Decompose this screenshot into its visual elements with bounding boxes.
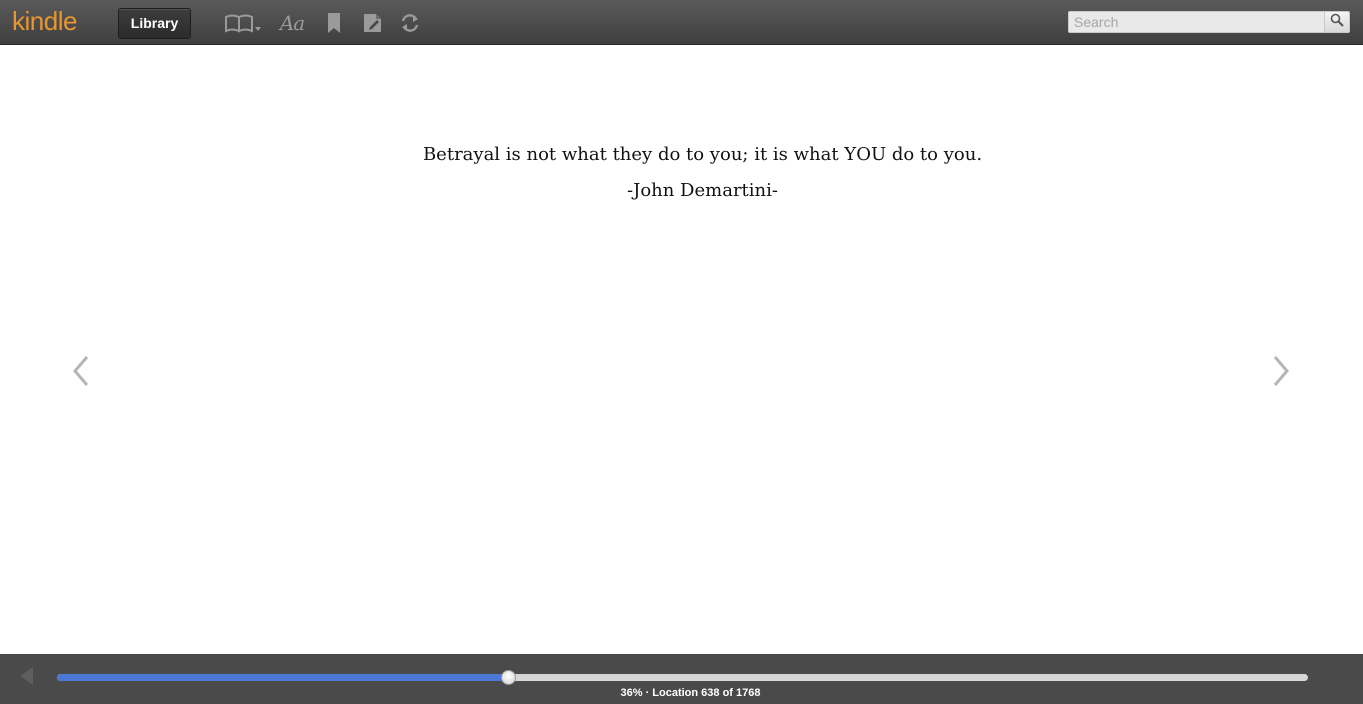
reading-area: Betrayal is not what they do to you; it … — [0, 45, 1363, 654]
search-icon — [1330, 13, 1344, 32]
sync-icon — [399, 12, 421, 34]
sync-button[interactable] — [398, 10, 422, 36]
bookmark-icon — [327, 12, 341, 34]
quote-author: -John Demartini- — [627, 180, 778, 201]
location-indicator: 36% · Location 638 of 1768 — [620, 687, 761, 699]
quote-text: Betrayal is not what they do to you; it … — [422, 144, 983, 165]
progress-fill — [57, 674, 509, 681]
progress-slider-thumb[interactable] — [500, 670, 516, 685]
library-button[interactable]: Library — [118, 8, 191, 39]
chevron-right-icon — [1270, 354, 1292, 393]
bottom-progress-bar: 36% · Location 638 of 1768 — [0, 654, 1363, 704]
top-toolbar: kindle Library Aa — [0, 0, 1363, 45]
notes-icon — [362, 12, 384, 34]
book-view-icon — [223, 12, 261, 34]
book-view-button[interactable] — [222, 10, 262, 36]
search-button[interactable] — [1324, 11, 1350, 33]
notes-button[interactable] — [361, 10, 385, 36]
chevron-left-icon — [70, 354, 92, 393]
bookmark-button[interactable] — [324, 10, 344, 36]
search-box — [1068, 11, 1350, 33]
previous-page-button[interactable] — [66, 353, 96, 393]
font-settings-button[interactable]: Aa — [276, 10, 308, 36]
font-settings-icon: Aa — [279, 11, 305, 35]
next-page-button[interactable] — [1266, 353, 1296, 393]
progress-track[interactable] — [57, 674, 1308, 681]
search-input[interactable] — [1068, 11, 1324, 33]
kindle-logo: kindle — [12, 6, 77, 36]
